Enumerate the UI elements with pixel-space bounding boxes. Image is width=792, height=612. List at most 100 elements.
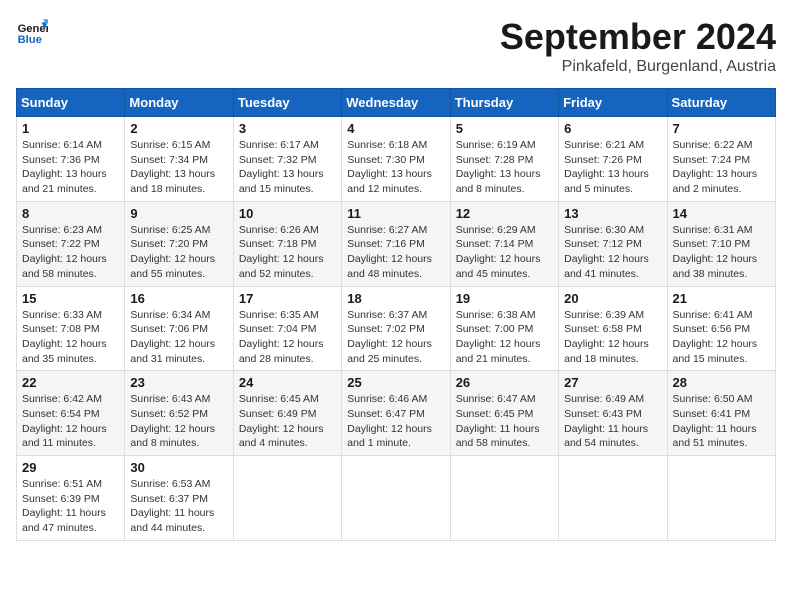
calendar-week-row: 29 Sunrise: 6:51 AMSunset: 6:39 PMDayligh… [17,456,776,541]
calendar-cell: 4 Sunrise: 6:18 AMSunset: 7:30 PMDaylight… [342,117,450,202]
day-number: 11 [347,206,444,221]
calendar-cell: 18 Sunrise: 6:37 AMSunset: 7:02 PMDayligh… [342,286,450,371]
day-info: Sunrise: 6:53 AMSunset: 6:37 PMDaylight:… [130,477,227,536]
calendar-week-row: 8 Sunrise: 6:23 AMSunset: 7:22 PMDaylight… [17,201,776,286]
day-number: 12 [456,206,553,221]
calendar-cell: 14Sunrise: 6:31 AMSunset: 7:10 PMDayligh… [667,201,775,286]
day-info: Sunrise: 6:26 AMSunset: 7:18 PMDaylight:… [239,223,336,282]
day-number: 28 [673,375,770,390]
calendar-cell: 27 Sunrise: 6:49 AMSunset: 6:43 PMDayligh… [559,371,667,456]
calendar-cell: 7 Sunrise: 6:22 AMSunset: 7:24 PMDaylight… [667,117,775,202]
calendar-cell [559,456,667,541]
day-info: Sunrise: 6:30 AMSunset: 7:12 PMDaylight:… [564,223,661,282]
day-number: 15 [22,291,119,306]
page-title: September 2024 [500,16,776,58]
day-number: 5 [456,121,553,136]
day-number: 25 [347,375,444,390]
day-info: Sunrise: 6:37 AMSunset: 7:02 PMDaylight:… [347,308,444,367]
calendar-day-header: Friday [559,89,667,117]
page-subtitle: Pinkafeld, Burgenland, Austria [500,58,776,76]
title-block: September 2024 Pinkafeld, Burgenland, Au… [500,16,776,76]
calendar-week-row: 15 Sunrise: 6:33 AMSunset: 7:08 PMDayligh… [17,286,776,371]
day-info: Sunrise: 6:18 AMSunset: 7:30 PMDaylight:… [347,138,444,197]
calendar-cell: 5 Sunrise: 6:19 AMSunset: 7:28 PMDaylight… [450,117,558,202]
calendar-cell: 16Sunrise: 6:34 AMSunset: 7:06 PMDayligh… [125,286,233,371]
day-number: 24 [239,375,336,390]
calendar-cell: 25Sunrise: 6:46 AMSunset: 6:47 PMDayligh… [342,371,450,456]
calendar-week-row: 1 Sunrise: 6:14 AMSunset: 7:36 PMDaylight… [17,117,776,202]
day-info: Sunrise: 6:42 AMSunset: 6:54 PMDaylight:… [22,392,119,451]
day-number: 17 [239,291,336,306]
day-number: 26 [456,375,553,390]
page-header: General Blue September 2024 Pinkafeld, B… [16,16,776,76]
day-number: 22 [22,375,119,390]
day-number: 3 [239,121,336,136]
calendar-cell: 28 Sunrise: 6:50 AMSunset: 6:41 PMDayligh… [667,371,775,456]
day-info: Sunrise: 6:33 AMSunset: 7:08 PMDaylight:… [22,308,119,367]
day-number: 14 [673,206,770,221]
day-number: 13 [564,206,661,221]
day-info: Sunrise: 6:34 AMSunset: 7:06 PMDaylight:… [130,308,227,367]
day-number: 1 [22,121,119,136]
day-number: 2 [130,121,227,136]
calendar-day-header: Monday [125,89,233,117]
calendar-cell: 1 Sunrise: 6:14 AMSunset: 7:36 PMDaylight… [17,117,125,202]
calendar-cell: 30 Sunrise: 6:53 AMSunset: 6:37 PMDayligh… [125,456,233,541]
calendar-cell: 2 Sunrise: 6:15 AMSunset: 7:34 PMDaylight… [125,117,233,202]
calendar-cell: 19Sunrise: 6:38 AMSunset: 7:00 PMDayligh… [450,286,558,371]
day-number: 27 [564,375,661,390]
calendar-day-header: Tuesday [233,89,341,117]
calendar-cell: 26 Sunrise: 6:47 AMSunset: 6:45 PMDayligh… [450,371,558,456]
calendar-cell: 29 Sunrise: 6:51 AMSunset: 6:39 PMDayligh… [17,456,125,541]
calendar-cell: 3Sunrise: 6:17 AMSunset: 7:32 PMDaylight… [233,117,341,202]
day-number: 8 [22,206,119,221]
day-number: 23 [130,375,227,390]
day-info: Sunrise: 6:39 AMSunset: 6:58 PMDaylight:… [564,308,661,367]
logo-icon: General Blue [16,16,48,48]
day-info: Sunrise: 6:23 AMSunset: 7:22 PMDaylight:… [22,223,119,282]
calendar-cell: 22 Sunrise: 6:42 AMSunset: 6:54 PMDayligh… [17,371,125,456]
calendar-cell [667,456,775,541]
day-number: 29 [22,460,119,475]
calendar-cell: 23Sunrise: 6:43 AMSunset: 6:52 PMDayligh… [125,371,233,456]
calendar-cell: 15 Sunrise: 6:33 AMSunset: 7:08 PMDayligh… [17,286,125,371]
calendar-cell [342,456,450,541]
calendar-cell: 6 Sunrise: 6:21 AMSunset: 7:26 PMDaylight… [559,117,667,202]
day-info: Sunrise: 6:14 AMSunset: 7:36 PMDaylight:… [22,138,119,197]
calendar-day-header: Sunday [17,89,125,117]
day-info: Sunrise: 6:15 AMSunset: 7:34 PMDaylight:… [130,138,227,197]
day-info: Sunrise: 6:50 AMSunset: 6:41 PMDaylight:… [673,392,770,451]
day-info: Sunrise: 6:51 AMSunset: 6:39 PMDaylight:… [22,477,119,536]
calendar-cell: 13 Sunrise: 6:30 AMSunset: 7:12 PMDayligh… [559,201,667,286]
calendar-day-header: Wednesday [342,89,450,117]
calendar-cell: 11 Sunrise: 6:27 AMSunset: 7:16 PMDayligh… [342,201,450,286]
day-number: 9 [130,206,227,221]
calendar-cell: 17Sunrise: 6:35 AMSunset: 7:04 PMDayligh… [233,286,341,371]
day-info: Sunrise: 6:21 AMSunset: 7:26 PMDaylight:… [564,138,661,197]
day-number: 7 [673,121,770,136]
day-number: 20 [564,291,661,306]
calendar-week-row: 22 Sunrise: 6:42 AMSunset: 6:54 PMDayligh… [17,371,776,456]
day-info: Sunrise: 6:22 AMSunset: 7:24 PMDaylight:… [673,138,770,197]
calendar-day-header: Thursday [450,89,558,117]
day-number: 18 [347,291,444,306]
calendar-cell: 24 Sunrise: 6:45 AMSunset: 6:49 PMDayligh… [233,371,341,456]
calendar-cell: 9Sunrise: 6:25 AMSunset: 7:20 PMDaylight… [125,201,233,286]
day-info: Sunrise: 6:45 AMSunset: 6:49 PMDaylight:… [239,392,336,451]
calendar-cell: 8 Sunrise: 6:23 AMSunset: 7:22 PMDaylight… [17,201,125,286]
day-number: 4 [347,121,444,136]
day-info: Sunrise: 6:41 AMSunset: 6:56 PMDaylight:… [673,308,770,367]
day-info: Sunrise: 6:19 AMSunset: 7:28 PMDaylight:… [456,138,553,197]
logo: General Blue [16,16,48,48]
day-info: Sunrise: 6:27 AMSunset: 7:16 PMDaylight:… [347,223,444,282]
day-number: 30 [130,460,227,475]
calendar-cell: 21 Sunrise: 6:41 AMSunset: 6:56 PMDayligh… [667,286,775,371]
day-info: Sunrise: 6:47 AMSunset: 6:45 PMDaylight:… [456,392,553,451]
calendar-cell [450,456,558,541]
day-info: Sunrise: 6:49 AMSunset: 6:43 PMDaylight:… [564,392,661,451]
calendar-cell [233,456,341,541]
day-number: 6 [564,121,661,136]
day-number: 21 [673,291,770,306]
day-number: 19 [456,291,553,306]
day-number: 10 [239,206,336,221]
